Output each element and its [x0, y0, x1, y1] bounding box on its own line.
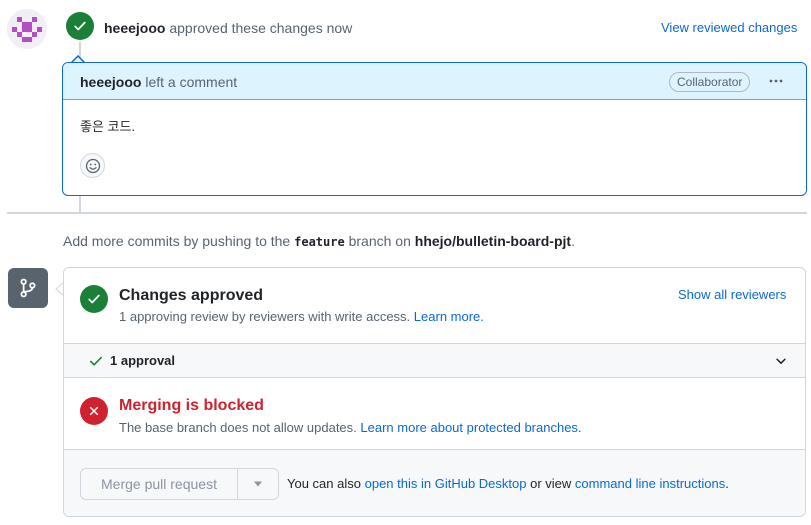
commit-hint-middle: branch on [348, 233, 411, 249]
branch-name: feature [294, 235, 345, 249]
merge-method-dropdown[interactable] [238, 469, 278, 499]
identicon-avatar [7, 9, 47, 49]
commit-hint-suffix: . [571, 233, 575, 249]
approved-badge [66, 12, 94, 40]
repo-name: hhejo/bulletin-board-pjt [414, 233, 572, 249]
blocked-status-circle [80, 397, 108, 425]
comment-header: heeejooo left a comment Collaborator [63, 63, 806, 100]
comment-author-line: heeejooo left a comment [80, 73, 237, 91]
approved-section: Changes approved 1 approving review by r… [64, 268, 805, 343]
check-icon [88, 294, 100, 304]
merge-alt-suffix: . [725, 476, 729, 491]
approved-status-circle [80, 285, 108, 313]
triangle-down-icon [254, 481, 262, 487]
check-icon [89, 356, 103, 366]
x-icon [89, 406, 99, 416]
commit-hint: Add more commits by pushing to the featu… [63, 232, 575, 251]
open-in-desktop-link[interactable]: open this in GitHub Desktop [365, 476, 527, 491]
comment-options-button[interactable] [765, 71, 787, 91]
merge-status-icon [8, 268, 48, 308]
approved-title: Changes approved [119, 287, 264, 304]
merge-box: Changes approved 1 approving review by r… [63, 267, 806, 517]
smiley-icon [85, 158, 100, 173]
view-reviewed-changes-link[interactable]: View reviewed changes [661, 19, 797, 37]
blocked-section: Merging is blocked The base branch does … [64, 378, 805, 450]
approval-row[interactable]: 1 approval [64, 343, 805, 378]
merge-alt-prefix: You can also [287, 476, 361, 491]
review-action: approved these changes now [169, 20, 353, 36]
merge-button-group: Merge pull request [80, 468, 279, 500]
blocked-description-line: The base branch does not allow updates. … [119, 419, 582, 437]
approved-description: 1 approving review by reviewers with wri… [119, 309, 411, 324]
merge-alt-middle: or view [530, 476, 572, 491]
review-event-text: heeejooo approved these changes now [104, 19, 352, 37]
approved-description-line: 1 approving review by reviewers with wri… [119, 308, 484, 326]
protected-branches-link[interactable]: Learn more about protected branches. [360, 420, 581, 435]
review-author[interactable]: heeejooo [104, 20, 165, 36]
add-reaction-button[interactable] [80, 153, 105, 178]
check-icon [74, 21, 86, 31]
comment-body: 좋은 코드. [80, 119, 136, 134]
commit-hint-prefix: Add more commits by pushing to the [63, 233, 291, 249]
git-branch-icon [20, 278, 36, 298]
command-line-instructions-link[interactable]: command line instructions [575, 476, 725, 491]
collaborator-label: Collaborator [669, 72, 751, 92]
blocked-title: Merging is blocked [119, 397, 264, 414]
merge-actions-section: Merge pull request You can also open thi… [64, 450, 805, 516]
review-comment: heeejooo left a comment Collaborator 좋은 … [62, 62, 807, 196]
blocked-description: The base branch does not allow updates. [119, 420, 357, 435]
approved-learn-more-link[interactable]: Learn more. [414, 309, 484, 324]
approval-count: 1 approval [110, 353, 176, 368]
show-all-reviewers-link[interactable]: Show all reviewers [678, 286, 786, 304]
kebab-icon [769, 79, 783, 83]
merge-alternatives: You can also open this in GitHub Desktop… [287, 475, 729, 493]
chevron-down-icon[interactable] [774, 354, 788, 368]
comment-author[interactable]: heeejooo [80, 74, 141, 90]
timeline-divider [7, 212, 807, 214]
merge-pull-request-button[interactable]: Merge pull request [81, 469, 238, 499]
comment-action: left a comment [145, 74, 238, 90]
user-avatar[interactable] [7, 9, 47, 49]
